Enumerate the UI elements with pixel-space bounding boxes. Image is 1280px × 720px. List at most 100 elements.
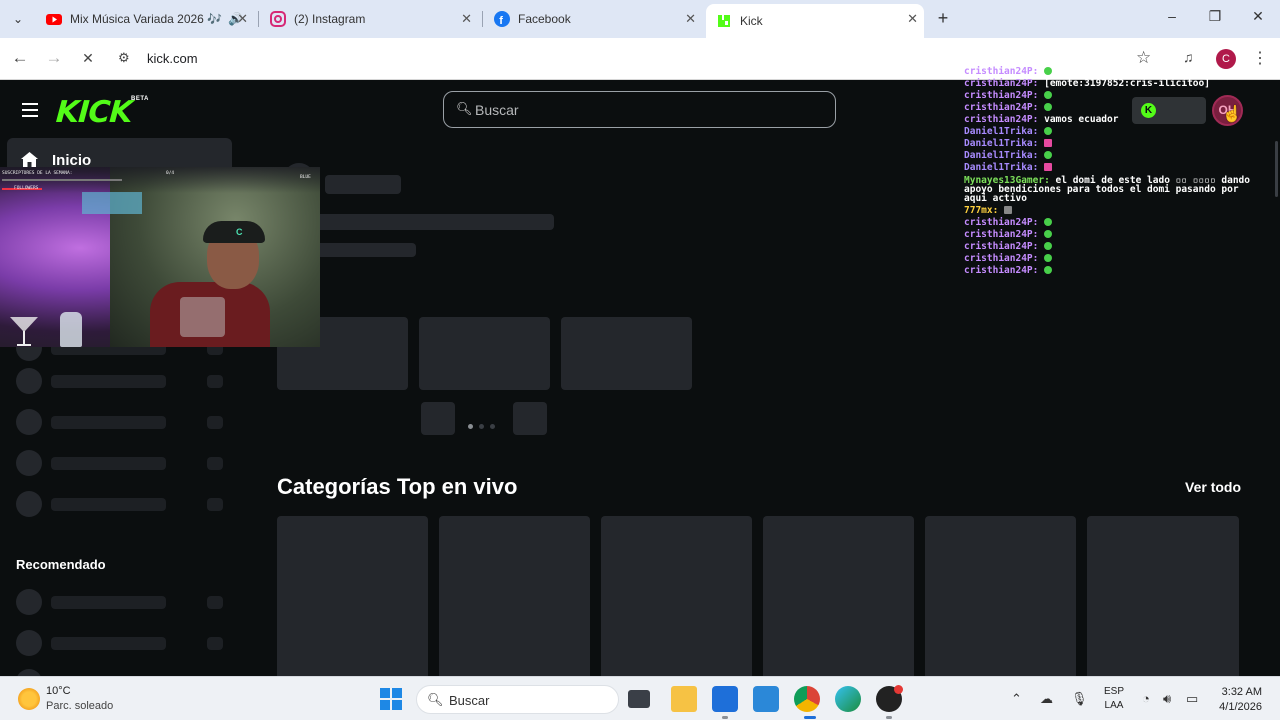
chat-message: Daniel1Trika:	[964, 138, 1264, 150]
loading-stop-icon[interactable]: ✕	[77, 50, 99, 67]
category-card-skeleton	[439, 516, 590, 676]
chat-message: cristhian24P:	[964, 241, 1264, 253]
tab-search-button[interactable]: ⌄	[8, 9, 28, 29]
tab-title: (2) Instagram	[294, 12, 366, 26]
hud-label: SUSCRIPTORES DE LA SEMANA:	[2, 171, 73, 176]
tab-title: Mix Música Variada 2026 🎶	[70, 12, 223, 26]
chat-message: cristhian24P:	[964, 217, 1264, 229]
battery-icon[interactable]: ▭	[1186, 691, 1198, 707]
hud-bar	[2, 179, 122, 181]
browser-tab-bar: ⌄ Mix Música Variada 2026 🎶 🔊 ✕ (2) Inst…	[0, 0, 1280, 38]
site-info-icon[interactable]: ⚙	[118, 50, 136, 68]
cap-logo: C	[236, 227, 243, 237]
new-tab-button[interactable]: +	[933, 8, 953, 29]
chat-message: 777mx:	[964, 205, 1264, 217]
windows-start-icon[interactable]	[380, 688, 402, 710]
category-card-skeleton	[277, 516, 428, 676]
tab-kick[interactable]: Kick ✕	[706, 4, 924, 38]
file-explorer-icon[interactable]	[671, 686, 697, 712]
windows-taskbar: 10°C Parc. soleado 🔍︎ Buscar ⌃ ☁ 🎙︎ ESP L…	[0, 676, 1280, 720]
tray-overflow-icon[interactable]: ⌃	[1011, 691, 1022, 707]
sidebar-skeleton-row	[16, 491, 226, 517]
search-input[interactable]: 🔍︎ Buscar	[443, 91, 836, 128]
chat-message: Daniel1Trika:	[964, 150, 1264, 162]
taskbar-search-label: Buscar	[449, 693, 490, 708]
recommended-heading: Recomendado	[16, 557, 106, 572]
close-window-button[interactable]: ✕	[1248, 8, 1268, 25]
tab-youtube[interactable]: Mix Música Variada 2026 🎶 🔊 ✕	[36, 4, 254, 34]
tab-title: Facebook	[518, 12, 571, 26]
hud-label: 0/4	[166, 171, 175, 176]
webcam-tv-screen	[82, 192, 142, 214]
microphone-icon[interactable]: 🎙︎	[1071, 691, 1088, 707]
streamer-cap	[203, 221, 265, 243]
sidebar-skeleton-row	[16, 450, 226, 476]
categories-heading: Categorías Top en vivo	[277, 474, 518, 499]
taskbar-clock[interactable]: 3:32 AM 4/1/2026	[1212, 685, 1262, 715]
youtube-icon	[46, 14, 62, 25]
page-scrollbar[interactable]	[1275, 141, 1278, 197]
facebook-icon: f	[494, 11, 510, 27]
see-all-link[interactable]: Ver todo	[1185, 479, 1241, 495]
kick-logo[interactable]: KICK	[55, 95, 133, 130]
menu-hamburger-icon[interactable]	[22, 103, 38, 121]
chrome-icon[interactable]	[794, 686, 820, 712]
chat-message: cristhian24P:	[964, 229, 1264, 241]
wifi-icon[interactable]: ◔	[1142, 691, 1150, 706]
tab-facebook[interactable]: f Facebook ✕	[484, 4, 702, 34]
tab-title: Kick	[740, 14, 763, 28]
close-tab-icon[interactable]: ✕	[237, 11, 248, 27]
bookmark-star-icon[interactable]: ☆	[1136, 48, 1151, 68]
chat-message: cristhian24P: [emote:3197852:cris-ilicit…	[964, 78, 1210, 89]
language-indicator[interactable]: ESP LAA	[1104, 685, 1124, 713]
featured-title-skeleton	[325, 175, 401, 194]
chat-message: Daniel1Trika:	[964, 162, 1264, 174]
sidebar-skeleton-row	[16, 669, 226, 676]
beta-badge: BETA	[131, 96, 149, 102]
volume-icon[interactable]: 🔊︎	[1163, 691, 1171, 707]
edge-icon[interactable]	[835, 686, 861, 712]
url-field[interactable]: kick.com	[147, 51, 198, 66]
search-icon: 🔍︎	[427, 692, 444, 707]
stream-chat-overlay: cristhian24P: cristhian24P: [emote:31978…	[964, 66, 1264, 277]
tray-app-icon[interactable]: ☁	[1040, 691, 1053, 707]
tab-instagram[interactable]: (2) Instagram ✕	[260, 4, 478, 34]
media-control-icon[interactable]: ♫	[1183, 49, 1194, 65]
category-card-skeleton	[763, 516, 914, 676]
weather-sun-icon[interactable]	[18, 688, 40, 710]
category-card-skeleton	[601, 516, 752, 676]
microsoft-store-icon[interactable]	[712, 686, 738, 712]
water-bottle	[60, 312, 82, 347]
notification-badge	[894, 685, 903, 694]
running-indicator	[722, 716, 728, 719]
search-icon: 🔍︎	[456, 101, 473, 116]
webcam-overlay: SUSCRIPTORES DE LA SEMANA: FOLLOWERS 0/4…	[0, 167, 320, 347]
close-tab-icon[interactable]: ✕	[461, 11, 472, 27]
browser-menu-icon[interactable]: ⋮	[1252, 48, 1268, 68]
hud-label: FOLLOWERS	[14, 186, 39, 191]
minimize-button[interactable]: –	[1162, 8, 1182, 24]
outlook-icon[interactable]	[753, 686, 779, 712]
running-indicator	[886, 716, 892, 719]
chat-message: cristhian24P:	[964, 66, 1264, 78]
svg-text:f: f	[499, 15, 503, 27]
category-card-skeleton	[1087, 516, 1239, 676]
close-tab-icon[interactable]: ✕	[685, 11, 696, 27]
home-icon	[21, 152, 38, 167]
chat-message: cristhian24P:	[964, 90, 1264, 102]
task-view-icon[interactable]	[628, 690, 650, 708]
sidebar-skeleton-row	[16, 368, 226, 394]
weather-temperature[interactable]: 10°C	[46, 685, 71, 697]
category-card-skeleton	[925, 516, 1076, 676]
carousel-next-button[interactable]	[513, 402, 547, 435]
close-tab-icon[interactable]: ✕	[907, 11, 918, 27]
taskbar-search-input[interactable]: 🔍︎ Buscar	[416, 685, 619, 714]
forward-button[interactable]: →	[43, 48, 65, 68]
carousel-prev-button[interactable]	[421, 402, 455, 435]
back-button[interactable]: ←	[9, 48, 31, 68]
tab-separator	[258, 11, 259, 27]
cocktail-glass-icon	[10, 317, 38, 346]
weather-description[interactable]: Parc. soleado	[46, 700, 113, 712]
carousel-dots	[468, 416, 501, 434]
restore-button[interactable]: ❐	[1205, 8, 1225, 25]
